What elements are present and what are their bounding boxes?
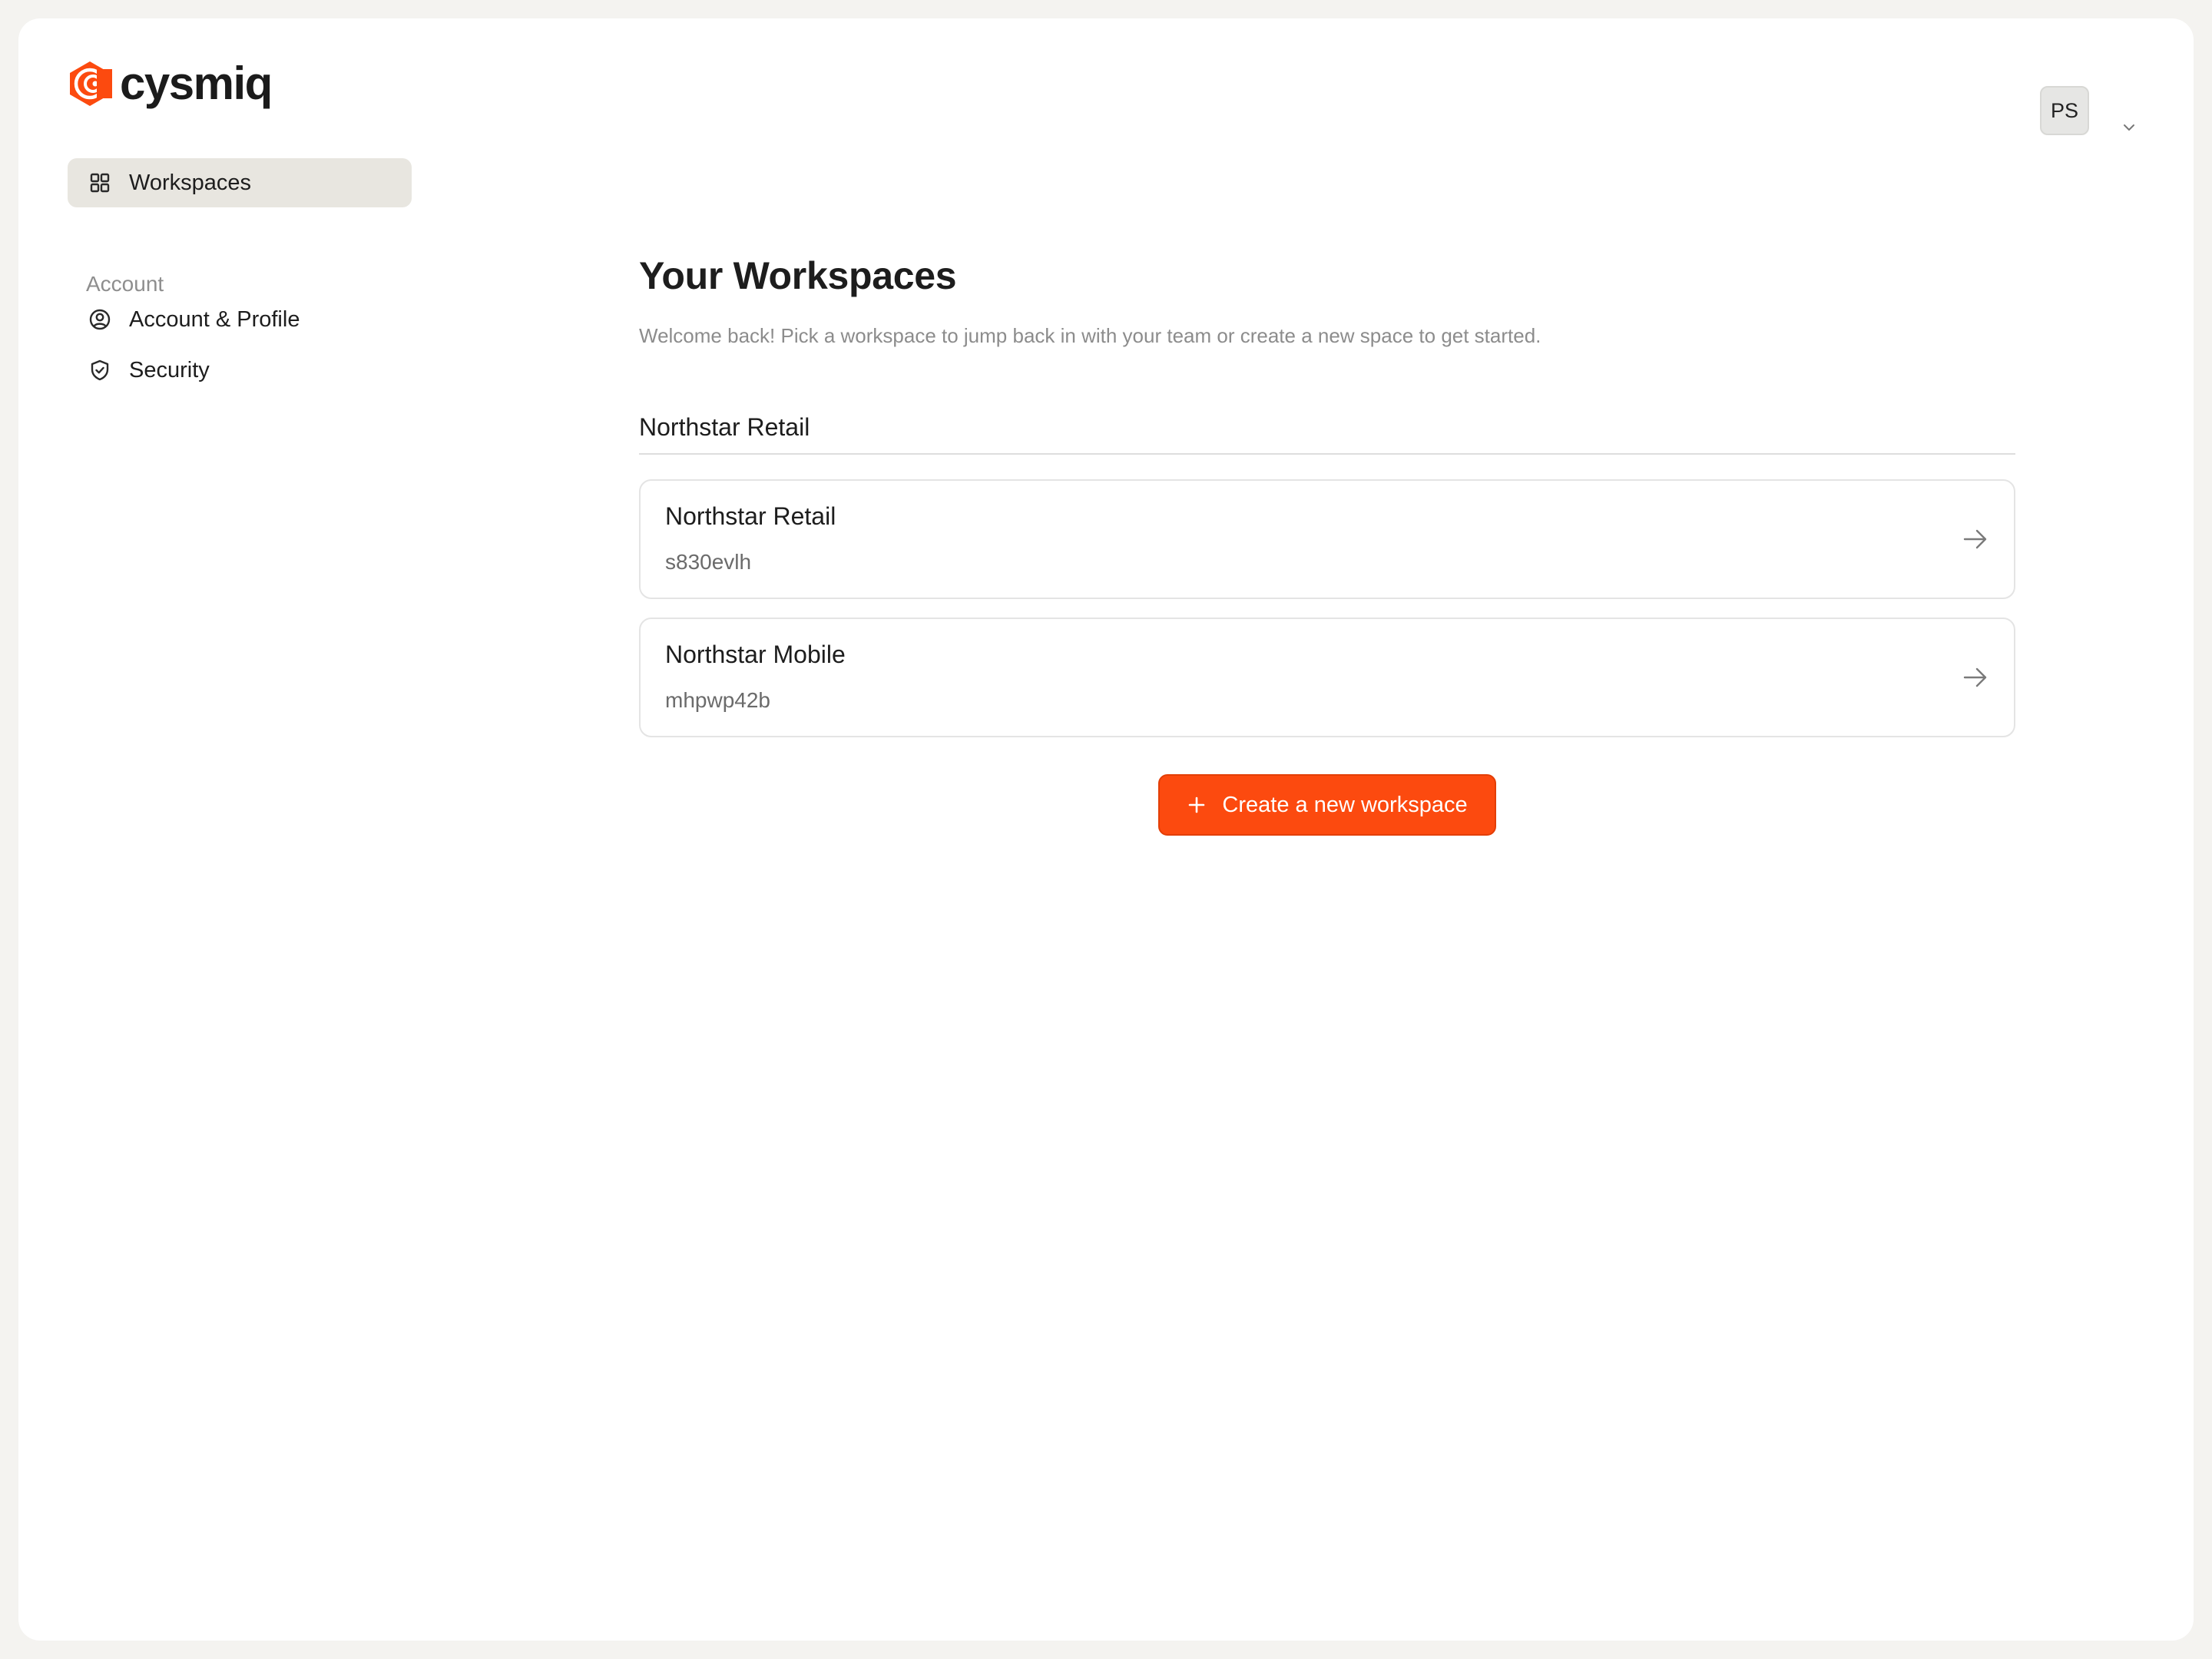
open-workspace-button[interactable] bbox=[1960, 662, 1991, 693]
workspace-card-northstar-mobile[interactable]: Northstar Mobile mhpwp42b bbox=[639, 618, 2015, 737]
sidebar-item-security[interactable]: Security bbox=[68, 346, 412, 395]
user-menu-toggle[interactable] bbox=[2120, 118, 2138, 137]
workspace-name: Northstar Mobile bbox=[665, 641, 846, 668]
arrow-right-icon bbox=[1963, 529, 1987, 549]
cysmiq-logo-icon bbox=[70, 61, 112, 106]
page-title: Your Workspaces bbox=[639, 254, 957, 297]
sidebar-item-label: Security bbox=[129, 357, 210, 382]
sidebar-item-workspaces[interactable]: Workspaces bbox=[68, 158, 412, 207]
shield-check-icon bbox=[91, 359, 109, 381]
sidebar-item-account-profile[interactable]: Account & Profile bbox=[68, 295, 412, 344]
create-workspace-label: Create a new workspace bbox=[1222, 792, 1468, 817]
logo[interactable]: cysmiq bbox=[68, 58, 273, 109]
arrow-right-icon bbox=[1963, 667, 1987, 687]
divider bbox=[639, 453, 2015, 455]
workspace-card-northstar-retail[interactable]: Northstar Retail s830evlh bbox=[639, 479, 2015, 599]
create-workspace-button[interactable]: Create a new workspace bbox=[1158, 774, 1496, 836]
workspace-id: mhpwp42b bbox=[665, 688, 770, 712]
open-workspace-button[interactable] bbox=[1960, 524, 1991, 555]
plus-icon bbox=[1189, 796, 1205, 813]
logo-text: cysmiq bbox=[120, 58, 273, 109]
user-avatar[interactable]: PS bbox=[2040, 86, 2089, 135]
page-subtitle: Welcome back! Pick a workspace to jump b… bbox=[639, 324, 1541, 347]
app-window: cysmiq Workspaces Account Account & Prof… bbox=[18, 18, 2194, 1641]
sidebar-section-account: Account bbox=[86, 272, 164, 296]
sidebar-item-label: Workspaces bbox=[129, 170, 252, 195]
workspace-group-title: Northstar Retail bbox=[639, 413, 810, 441]
chevron-down-icon bbox=[2124, 124, 2134, 131]
sidebar-item-label: Account & Profile bbox=[129, 306, 300, 332]
grid-icon bbox=[90, 173, 110, 193]
workspace-name: Northstar Retail bbox=[665, 502, 836, 530]
user-circle-icon bbox=[89, 309, 111, 330]
workspace-id: s830evlh bbox=[665, 550, 752, 574]
